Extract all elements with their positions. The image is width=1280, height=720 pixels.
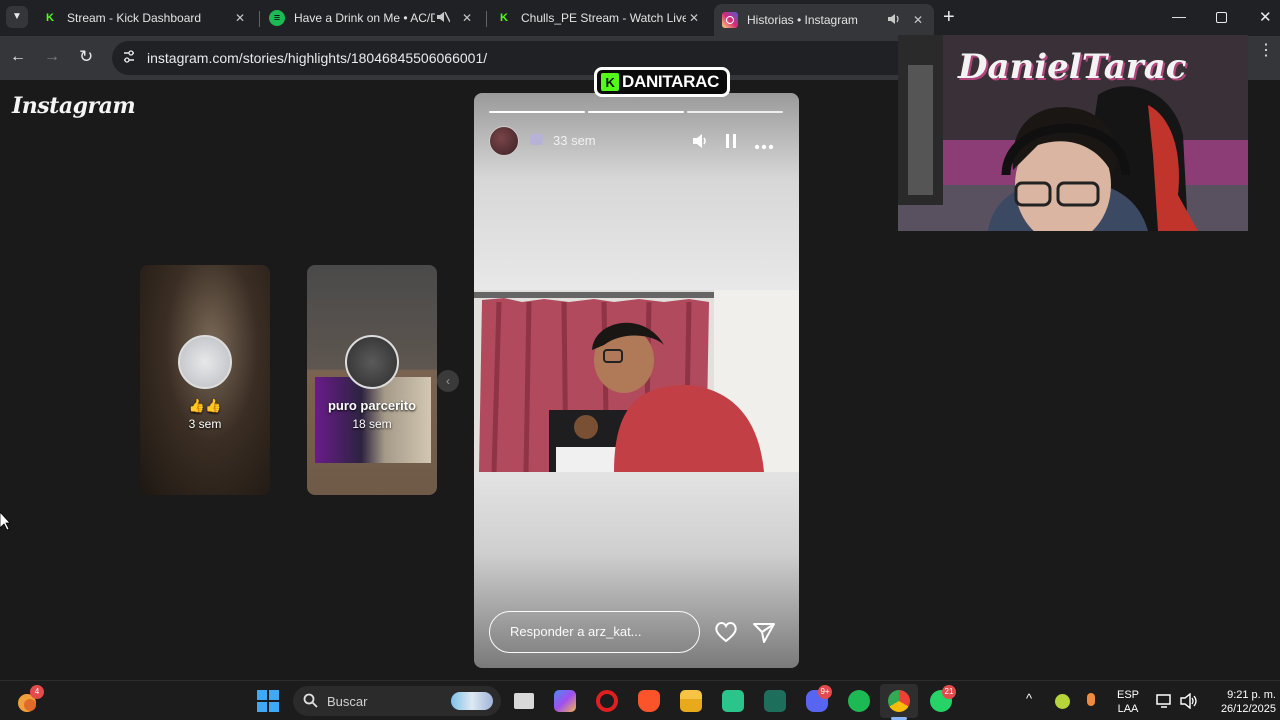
file-explorer-icon[interactable] [680, 690, 702, 712]
browser-tab-strip: ▼ K Stream - Kick Dashboard ✕ ≡ Have a D… [0, 0, 1280, 36]
send-icon[interactable] [752, 622, 776, 649]
clock-date: 26/12/2025 [1220, 703, 1276, 715]
highlight-name: 👍👍 [188, 398, 222, 413]
tab-instagram[interactable]: Historias • Instagram ✕ [714, 4, 934, 36]
chrome-icon[interactable] [888, 690, 910, 712]
story-progress-segment [588, 111, 684, 113]
tab-title: Chulls_PE Stream - Watch Live o [521, 11, 686, 25]
tab-title: Historias • Instagram [747, 13, 858, 27]
highlight-time: 3 sem [188, 417, 222, 431]
close-icon[interactable]: ✕ [686, 11, 702, 25]
close-icon[interactable]: ✕ [910, 13, 926, 27]
calendar-app-icon[interactable] [722, 690, 744, 712]
story-video-frame [474, 290, 799, 472]
keyboard-layout: LAA [1117, 703, 1139, 715]
tab-search-button[interactable]: ▼ [6, 6, 28, 28]
pdf-app-icon[interactable] [554, 690, 576, 712]
search-highlight-icon [451, 692, 493, 710]
widgets-badge: 4 [30, 685, 44, 699]
taskbar-search[interactable]: Buscar [293, 686, 501, 716]
search-icon [303, 693, 318, 711]
network-icon[interactable] [1156, 693, 1174, 714]
microphone-icon[interactable] [1087, 693, 1095, 706]
tab-divider [259, 11, 260, 27]
instagram-logo[interactable]: Instagram [12, 93, 136, 119]
url-text: instagram.com/stories/highlights/1804684… [147, 50, 488, 66]
tab-spotify[interactable]: ≡ Have a Drink on Me • AC/DC ✕ [261, 4, 483, 32]
chevron-left-icon: ‹ [446, 374, 450, 388]
window-close-button[interactable]: ✕ [1259, 8, 1272, 26]
terminal-app-icon[interactable] [764, 690, 786, 712]
story-sticker-icon [530, 134, 543, 145]
windows-icon [257, 690, 279, 712]
story-progress-segment [489, 111, 585, 113]
volume-icon[interactable] [1180, 692, 1198, 714]
tab-divider [486, 11, 487, 27]
spotify-icon: ≡ [269, 10, 285, 26]
chevron-down-icon: ▼ [12, 11, 22, 22]
tray-app-icon[interactable] [1055, 694, 1070, 709]
tab-chulls-stream[interactable]: K Chulls_PE Stream - Watch Live o ✕ [488, 4, 710, 32]
tray-overflow-icon[interactable]: ^ [1026, 691, 1032, 706]
story-viewer[interactable]: 33 sem Responder a arz_kat... [474, 93, 799, 668]
more-options-icon[interactable] [754, 137, 774, 155]
previous-story-button[interactable]: ‹ [437, 370, 459, 392]
story-reply-input[interactable]: Responder a arz_kat... [489, 611, 700, 653]
spotify-icon[interactable] [848, 690, 870, 712]
story-video [474, 290, 799, 472]
kick-icon: K [601, 73, 619, 91]
clock[interactable]: 9:21 p. m. 26/12/2025 [1204, 688, 1276, 716]
story-user-avatar[interactable] [489, 126, 519, 156]
story-progress-segment [687, 111, 783, 113]
new-tab-button[interactable]: + [943, 6, 955, 29]
site-settings-icon[interactable] [122, 49, 136, 70]
close-icon[interactable]: ✕ [232, 11, 248, 25]
tab-title: Have a Drink on Me • AC/DC [294, 11, 435, 25]
tab-title: Stream - Kick Dashboard [67, 11, 202, 25]
highlight-card[interactable]: puro parcerito 18 sem [307, 265, 437, 495]
clock-time: 9:21 p. m. [1227, 689, 1276, 701]
windows-taskbar: 4 Buscar 9+ 21 ^ ESP LAA 9:21 p. m. 26/1… [0, 680, 1280, 720]
tab-kick-dashboard[interactable]: K Stream - Kick Dashboard ✕ [34, 4, 256, 32]
kick-username: DANITARAC [622, 72, 720, 91]
language-code: ESP [1116, 689, 1139, 701]
forward-button[interactable]: → [44, 48, 60, 66]
opera-icon[interactable] [596, 690, 618, 712]
mouse-cursor-icon [0, 511, 11, 535]
browser-menu-button[interactable]: ⋮ [1258, 43, 1274, 59]
arrow-right-icon: → [44, 48, 60, 65]
kick-icon: K [46, 12, 54, 24]
minimize-button[interactable]: — [1172, 8, 1186, 24]
more-vertical-icon: ⋮ [1258, 42, 1274, 59]
arrow-left-icon: ← [10, 48, 26, 65]
brave-icon[interactable] [638, 690, 660, 712]
reload-button[interactable]: ↻ [79, 47, 93, 67]
close-icon[interactable]: ✕ [459, 11, 475, 25]
back-button[interactable]: ← [10, 48, 26, 66]
task-view-icon[interactable] [514, 693, 534, 709]
search-label: Buscar [327, 694, 368, 709]
speaker-icon[interactable] [691, 133, 709, 154]
muted-speaker-icon[interactable] [435, 11, 451, 26]
kick-icon: K [500, 12, 508, 24]
discord-badge: 9+ [818, 685, 832, 699]
webcam-banner-text: DanielTarac [958, 47, 1187, 87]
speaker-icon[interactable] [886, 13, 902, 28]
whatsapp-badge: 21 [942, 685, 956, 699]
story-timestamp: 33 sem [553, 133, 596, 148]
highlight-time: 18 sem [352, 417, 392, 431]
highlight-avatar [345, 335, 399, 389]
start-button[interactable] [257, 690, 279, 717]
highlight-card[interactable]: 👍👍 3 sem [140, 265, 270, 495]
pause-icon[interactable] [724, 133, 738, 154]
highlight-name: puro parcerito [327, 398, 417, 413]
webcam-overlay: DanielTarac [898, 35, 1248, 231]
kick-username-overlay: K DANITARAC [594, 67, 731, 97]
reload-icon: ↻ [79, 47, 94, 66]
highlight-avatar [178, 335, 232, 389]
language-indicator[interactable]: ESP LAA [1114, 688, 1142, 716]
restore-button[interactable] [1216, 12, 1227, 23]
heart-icon[interactable] [714, 621, 738, 648]
instagram-icon [722, 12, 738, 28]
